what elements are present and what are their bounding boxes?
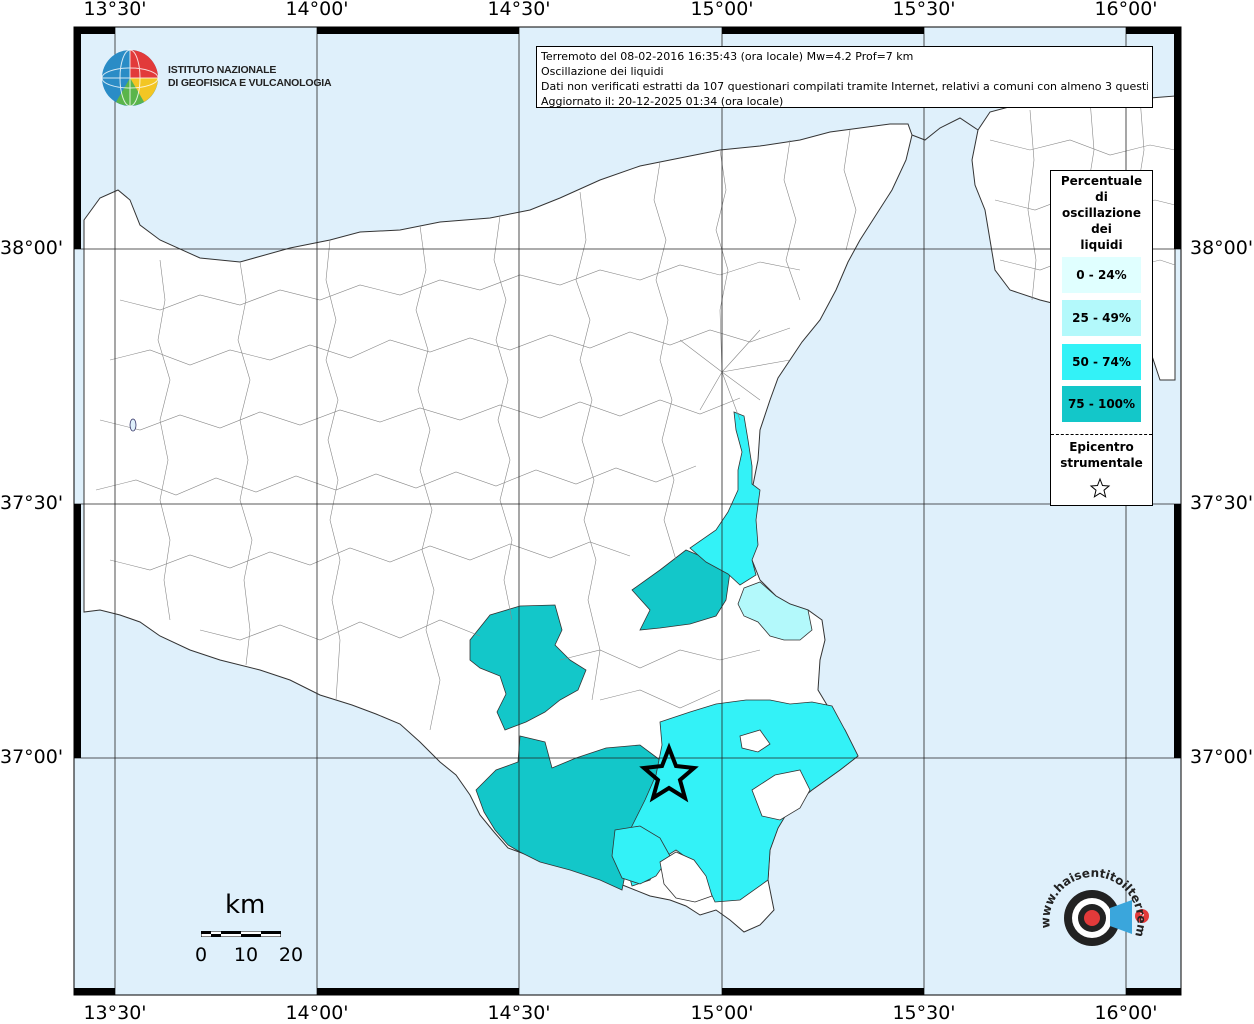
scale-bar-graphic (201, 931, 281, 937)
scale-label-10: 10 (233, 944, 259, 966)
lon-label-top-2: 14°00' (285, 0, 349, 20)
lon-label-top-4: 15°00' (690, 0, 754, 20)
lon-label-bottom-4: 15°00' (690, 1002, 754, 1024)
lat-label-left-1: 38°00' (0, 237, 64, 259)
lat-label-right-1: 38°00' (1190, 237, 1254, 259)
legend-item-25-49: 25 - 49% (1062, 300, 1141, 336)
scale-unit: km (225, 890, 266, 920)
ingv-logo-text: ISTITUTO NAZIONALE DI GEOFISICA E VULCAN… (168, 64, 332, 89)
lon-label-top-3: 14°30' (487, 0, 551, 20)
lon-label-bottom-3: 14°30' (487, 1002, 551, 1024)
legend-epicenter-label: Epicentro strumentale (1060, 440, 1143, 470)
haisentito-logo-icon: ? www.haisentitoilterremoto.it (1030, 858, 1149, 946)
legend-item-0-24: 0 - 24% (1062, 257, 1141, 293)
lon-label-top-1: 13°30' (83, 0, 147, 20)
event-info-line1: Terremoto del 08-02-2016 16:35:43 (ora l… (541, 50, 914, 63)
legend: Percentuale di oscillazione dei liquidi … (1050, 170, 1153, 506)
lon-label-bottom-5: 15°30' (892, 1002, 956, 1024)
event-info-line4: Aggiornato il: 20-12-2025 01:34 (ora loc… (541, 95, 784, 108)
lat-label-left-3: 37°00' (0, 746, 64, 768)
scale-label-0: 0 (194, 944, 208, 966)
star-icon (1089, 477, 1111, 498)
lon-label-bottom-2: 14°00' (285, 1002, 349, 1024)
event-info-line3: Dati non verificati estratti da 107 ques… (541, 80, 1148, 93)
lat-label-right-3: 37°00' (1190, 746, 1254, 768)
scale-bar: km 0 10 20 (190, 890, 320, 970)
event-info-line2: Oscillazione dei liquidi (541, 65, 664, 78)
event-info-box: Terremoto del 08-02-2016 16:35:43 (ora l… (536, 46, 1153, 108)
legend-title: Percentuale di oscillazione dei liquidi (1060, 174, 1143, 252)
scale-label-20: 20 (278, 944, 304, 966)
lon-label-bottom-1: 13°30' (83, 1002, 147, 1024)
lake (129, 418, 137, 432)
lon-label-top-6: 16°00' (1094, 0, 1158, 20)
lat-label-right-2: 37°30' (1190, 492, 1254, 514)
legend-item-50-74: 50 - 74% (1062, 344, 1141, 380)
legend-separator (1051, 434, 1152, 435)
lon-label-bottom-6: 16°00' (1094, 1002, 1158, 1024)
lat-label-left-2: 37°30' (0, 492, 64, 514)
lon-label-top-5: 15°30' (892, 0, 956, 20)
legend-item-75-100: 75 - 100% (1062, 386, 1141, 422)
